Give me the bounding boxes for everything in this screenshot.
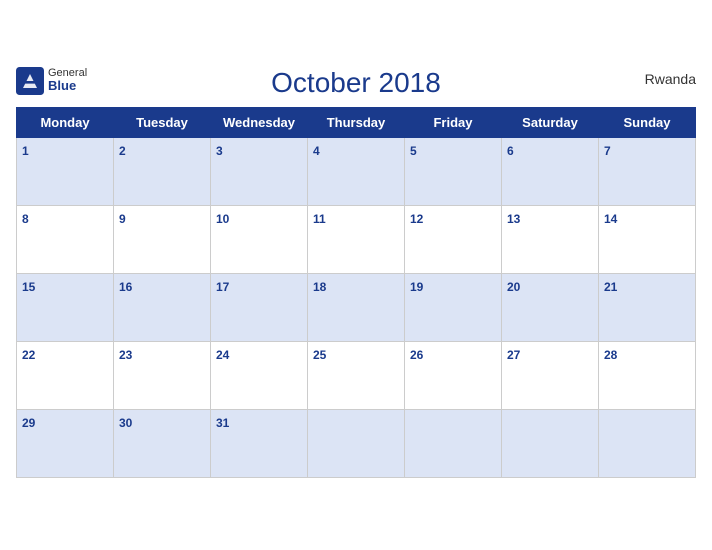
calendar-cell: 21: [599, 273, 696, 341]
day-number: 7: [604, 144, 611, 158]
day-number: 18: [313, 280, 326, 294]
calendar-table: Monday Tuesday Wednesday Thursday Friday…: [16, 107, 696, 478]
calendar-cell: 19: [405, 273, 502, 341]
generalblue-logo-icon: [16, 67, 44, 95]
day-number: 21: [604, 280, 617, 294]
month-title: October 2018: [271, 67, 441, 99]
calendar-cell: 6: [502, 137, 599, 205]
calendar-cell: 1: [17, 137, 114, 205]
day-number: 6: [507, 144, 514, 158]
logo-blue-text: Blue: [48, 79, 87, 93]
calendar-body: 1234567891011121314151617181920212223242…: [17, 137, 696, 477]
week-row-3: 15 16 17 18 19 20 21: [17, 273, 696, 341]
logo-area: General Blue: [16, 67, 87, 95]
day-number: 12: [410, 212, 423, 226]
calendar-cell: 27: [502, 341, 599, 409]
calendar-cell: 9: [114, 205, 211, 273]
calendar-cell: 13: [502, 205, 599, 273]
calendar-cell: 29: [17, 409, 114, 477]
day-number: 8: [22, 212, 29, 226]
day-number: 24: [216, 348, 229, 362]
calendar-cell: 10: [211, 205, 308, 273]
calendar-cell: 17: [211, 273, 308, 341]
day-number: 2: [119, 144, 126, 158]
weekday-header-row: Monday Tuesday Wednesday Thursday Friday…: [17, 107, 696, 137]
day-number: 29: [22, 416, 35, 430]
calendar-header: General Blue October 2018 Rwanda: [16, 67, 696, 99]
calendar-wrapper: General Blue October 2018 Rwanda Monday …: [0, 57, 712, 494]
day-number: 14: [604, 212, 617, 226]
day-number: 23: [119, 348, 132, 362]
calendar-cell: 7: [599, 137, 696, 205]
day-number: 27: [507, 348, 520, 362]
header-monday: Monday: [17, 107, 114, 137]
header-tuesday: Tuesday: [114, 107, 211, 137]
day-number: 31: [216, 416, 229, 430]
calendar-cell: 22: [17, 341, 114, 409]
header-friday: Friday: [405, 107, 502, 137]
calendar-cell: 8: [17, 205, 114, 273]
header-thursday: Thursday: [308, 107, 405, 137]
calendar-cell: 15: [17, 273, 114, 341]
day-number: 28: [604, 348, 617, 362]
calendar-cell: 14: [599, 205, 696, 273]
calendar-cell: 23: [114, 341, 211, 409]
day-number: 25: [313, 348, 326, 362]
day-number: 3: [216, 144, 223, 158]
calendar-cell: 12: [405, 205, 502, 273]
calendar-cell: 4: [308, 137, 405, 205]
calendar-cell: 3: [211, 137, 308, 205]
week-row-4: 22 23 24 25 26 27 28: [17, 341, 696, 409]
day-number: 13: [507, 212, 520, 226]
country-label: Rwanda: [645, 71, 696, 87]
logo-text: General Blue: [48, 67, 87, 93]
calendar-cell: 31: [211, 409, 308, 477]
calendar-cell: 28: [599, 341, 696, 409]
day-number: 10: [216, 212, 229, 226]
header-saturday: Saturday: [502, 107, 599, 137]
calendar-cell: [308, 409, 405, 477]
day-number: 4: [313, 144, 320, 158]
calendar-cell: 18: [308, 273, 405, 341]
calendar-cell: 2: [114, 137, 211, 205]
day-number: 17: [216, 280, 229, 294]
week-row-5: 29 30 31: [17, 409, 696, 477]
header-wednesday: Wednesday: [211, 107, 308, 137]
day-number: 19: [410, 280, 423, 294]
calendar-cell: 30: [114, 409, 211, 477]
calendar-cell: [405, 409, 502, 477]
calendar-cell: 25: [308, 341, 405, 409]
day-number: 26: [410, 348, 423, 362]
day-number: 1: [22, 144, 29, 158]
calendar-cell: 5: [405, 137, 502, 205]
day-number: 15: [22, 280, 35, 294]
week-row-1: 1 2 3 4 5 6 7: [17, 137, 696, 205]
calendar-cell: [599, 409, 696, 477]
header-sunday: Sunday: [599, 107, 696, 137]
week-row-2: 8 9 10 11 12 13 14: [17, 205, 696, 273]
day-number: 16: [119, 280, 132, 294]
calendar-cell: 16: [114, 273, 211, 341]
day-number: 30: [119, 416, 132, 430]
day-number: 5: [410, 144, 417, 158]
day-number: 11: [313, 212, 326, 226]
calendar-cell: [502, 409, 599, 477]
day-number: 20: [507, 280, 520, 294]
calendar-cell: 24: [211, 341, 308, 409]
day-number: 22: [22, 348, 35, 362]
day-number: 9: [119, 212, 126, 226]
calendar-cell: 11: [308, 205, 405, 273]
calendar-cell: 20: [502, 273, 599, 341]
calendar-cell: 26: [405, 341, 502, 409]
